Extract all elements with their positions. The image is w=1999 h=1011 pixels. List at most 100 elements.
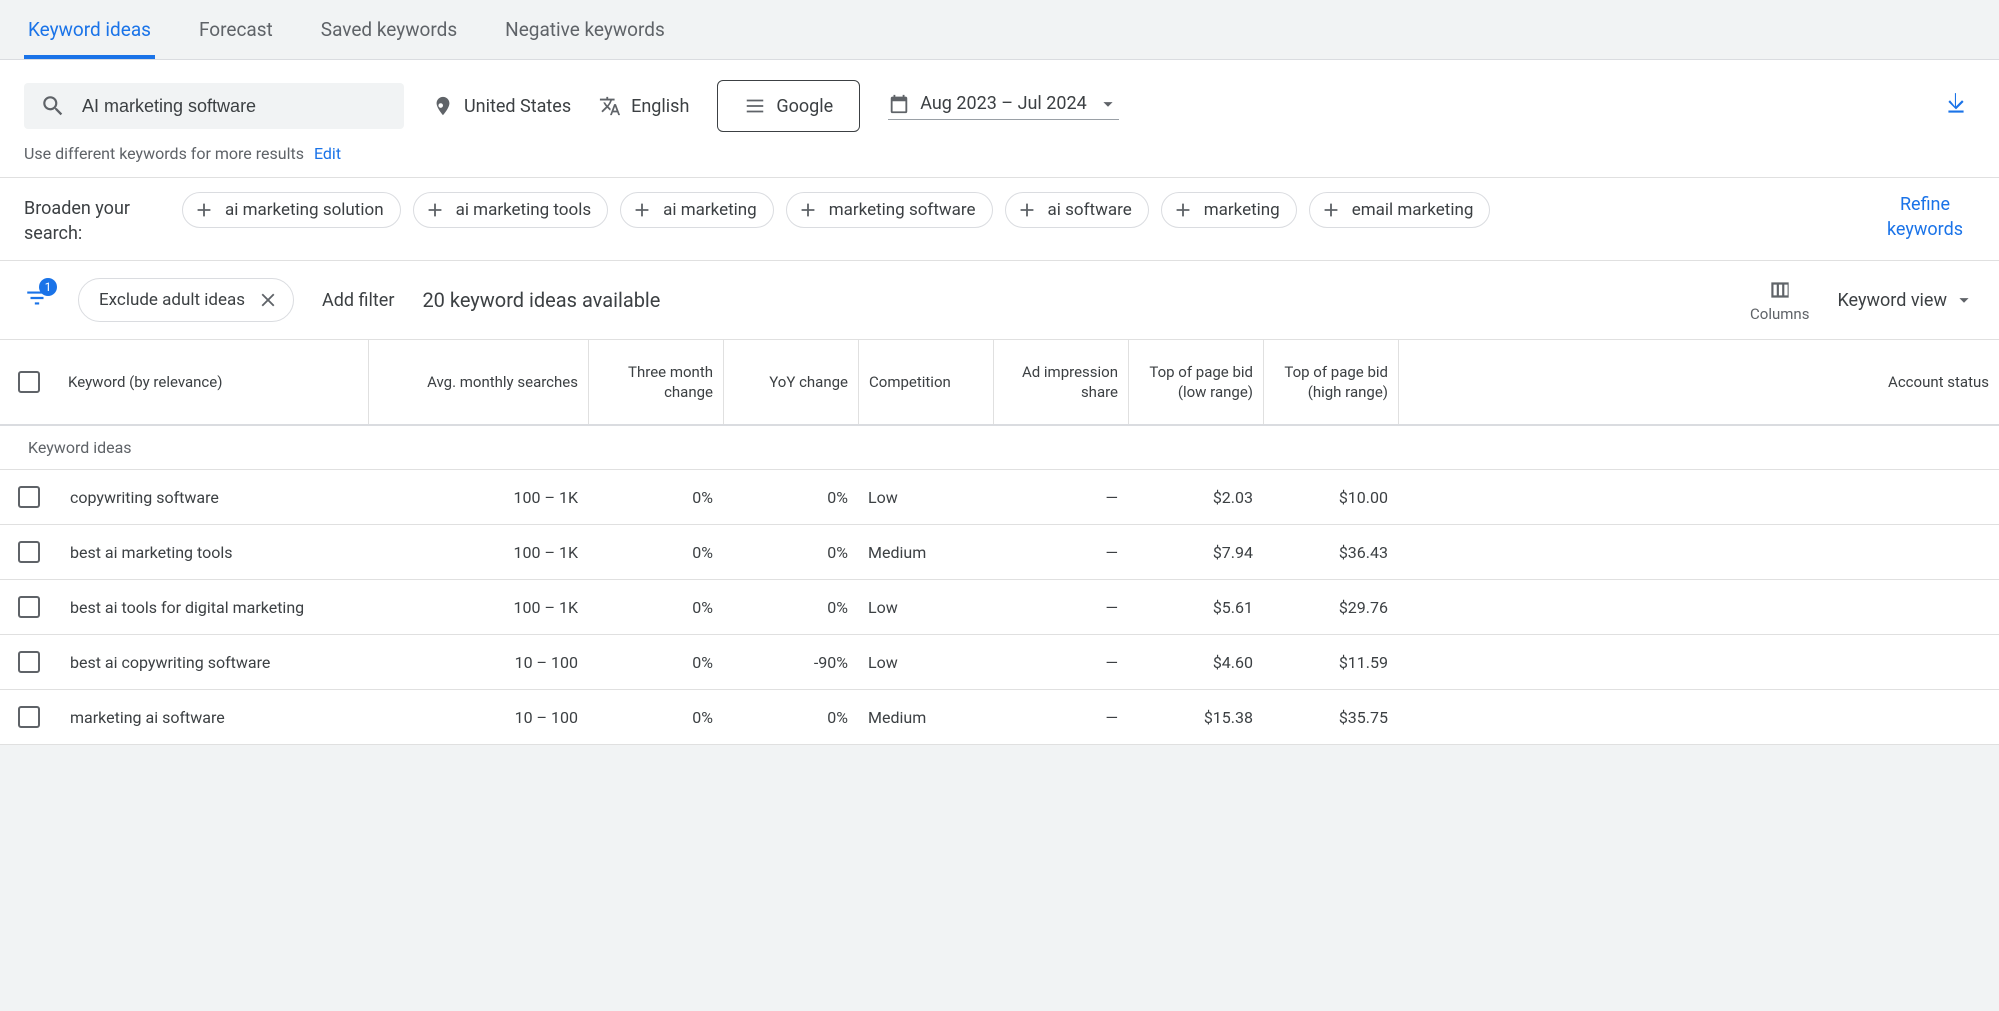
cell-high: $11.59 — [1263, 637, 1398, 688]
filter-chip-label: Exclude adult ideas — [99, 290, 245, 310]
row-checkbox[interactable] — [18, 486, 40, 508]
plus-icon — [631, 199, 653, 221]
refine-keywords-link[interactable]: Refine keywords — [1875, 192, 1975, 242]
chevron-down-icon — [1097, 93, 1119, 115]
cell-adimp: — — [993, 582, 1128, 633]
network-selector[interactable]: Google — [717, 80, 860, 132]
cell-status — [1398, 536, 1999, 568]
cell-status — [1398, 591, 1999, 623]
broaden-chips: ai marketing solution ai marketing tools… — [182, 192, 1847, 228]
columns-label: Columns — [1750, 305, 1809, 323]
cell-yoy: 0% — [723, 692, 858, 743]
chip-label: marketing — [1204, 200, 1280, 220]
col-keyword[interactable]: Keyword (by relevance) — [58, 340, 368, 424]
chip-marketing-software[interactable]: marketing software — [786, 192, 993, 228]
col-low-bid[interactable]: Top of page bid (low range) — [1128, 340, 1263, 424]
chip-email-marketing[interactable]: email marketing — [1309, 192, 1491, 228]
cell-status — [1398, 481, 1999, 513]
col-competition[interactable]: Competition — [858, 340, 993, 424]
filter-chip-remove[interactable] — [257, 289, 279, 311]
download-button[interactable] — [1937, 85, 1975, 127]
chip-ai-marketing-solution[interactable]: ai marketing solution — [182, 192, 401, 228]
ideas-count: 20 keyword ideas available — [422, 288, 660, 312]
columns-icon — [1767, 277, 1793, 303]
tab-bar: Keyword ideas Forecast Saved keywords Ne… — [0, 0, 1999, 60]
view-selector[interactable]: Keyword view — [1837, 289, 1975, 311]
select-all-checkbox[interactable] — [18, 371, 40, 393]
table-row: best ai copywriting software10 – 1000%-9… — [0, 635, 1999, 690]
col-avg-searches[interactable]: Avg. monthly searches — [368, 340, 588, 424]
search-input[interactable] — [82, 96, 388, 117]
cell-low: $15.38 — [1128, 692, 1263, 743]
controls-row: United States English Google Aug 2023 – … — [0, 60, 1999, 144]
col-high-bid[interactable]: Top of page bid (high range) — [1263, 340, 1398, 424]
cell-high: $10.00 — [1263, 472, 1398, 523]
chip-label: ai marketing — [663, 200, 757, 220]
filter-funnel-button[interactable]: 1 — [24, 285, 50, 315]
row-checkbox[interactable] — [18, 596, 40, 618]
row-checkbox-cell — [0, 525, 58, 579]
cell-three: 0% — [588, 527, 723, 578]
location-icon — [432, 95, 454, 117]
filter-row: 1 Exclude adult ideas Add filter 20 keyw… — [0, 261, 1999, 340]
language-selector[interactable]: English — [599, 95, 689, 117]
location-selector[interactable]: United States — [432, 95, 571, 117]
filter-chip-exclude-adult[interactable]: Exclude adult ideas — [78, 278, 294, 322]
row-checkbox[interactable] — [18, 541, 40, 563]
cell-avg: 100 – 1K — [368, 527, 588, 578]
cell-avg: 10 – 100 — [368, 692, 588, 743]
col-ad-impression[interactable]: Ad impression share — [993, 340, 1128, 424]
chip-label: ai software — [1048, 200, 1132, 220]
tab-saved-keywords[interactable]: Saved keywords — [317, 0, 461, 59]
cell-keyword: best ai copywriting software — [58, 637, 368, 688]
cell-yoy: -90% — [723, 637, 858, 688]
cell-adimp: — — [993, 472, 1128, 523]
cell-three: 0% — [588, 637, 723, 688]
cell-adimp: — — [993, 527, 1128, 578]
date-range-selector[interactable]: Aug 2023 – Jul 2024 — [888, 93, 1119, 120]
cell-low: $4.60 — [1128, 637, 1263, 688]
search-icon — [40, 93, 66, 119]
tab-negative-keywords[interactable]: Negative keywords — [501, 0, 669, 59]
chip-ai-software[interactable]: ai software — [1005, 192, 1149, 228]
plus-icon — [1172, 199, 1194, 221]
network-label: Google — [776, 96, 833, 117]
chip-label: ai marketing solution — [225, 200, 384, 220]
cell-high: $29.76 — [1263, 582, 1398, 633]
chip-ai-marketing-tools[interactable]: ai marketing tools — [413, 192, 609, 228]
edit-link[interactable]: Edit — [314, 144, 341, 163]
broaden-row: Broaden your search: ai marketing soluti… — [0, 177, 1999, 261]
select-all-cell — [0, 340, 58, 424]
chip-marketing[interactable]: marketing — [1161, 192, 1297, 228]
cell-avg: 10 – 100 — [368, 637, 588, 688]
section-header: Keyword ideas — [0, 426, 1999, 470]
cell-avg: 100 – 1K — [368, 472, 588, 523]
cell-comp: Low — [858, 637, 993, 688]
search-box[interactable] — [24, 83, 404, 129]
view-label: Keyword view — [1837, 290, 1947, 311]
row-checkbox[interactable] — [18, 706, 40, 728]
table-row: marketing ai software10 – 1000%0%Medium—… — [0, 690, 1999, 745]
chip-ai-marketing[interactable]: ai marketing — [620, 192, 774, 228]
cell-adimp: — — [993, 692, 1128, 743]
cell-low: $5.61 — [1128, 582, 1263, 633]
table-row: copywriting software100 – 1K0%0%Low—$2.0… — [0, 470, 1999, 525]
row-checkbox[interactable] — [18, 651, 40, 673]
cell-low: $7.94 — [1128, 527, 1263, 578]
network-icon — [744, 95, 766, 117]
table-row: best ai marketing tools100 – 1K0%0%Mediu… — [0, 525, 1999, 580]
close-icon — [257, 289, 279, 311]
col-yoy[interactable]: YoY change — [723, 340, 858, 424]
language-label: English — [631, 96, 689, 117]
columns-button[interactable]: Columns — [1750, 277, 1809, 323]
location-label: United States — [464, 96, 571, 117]
cell-adimp: — — [993, 637, 1128, 688]
download-icon — [1943, 91, 1969, 117]
col-account-status[interactable]: Account status — [1398, 340, 1999, 424]
hint-text: Use different keywords for more results — [24, 144, 304, 163]
chip-label: marketing software — [829, 200, 976, 220]
col-three-month[interactable]: Three month change — [588, 340, 723, 424]
tab-forecast[interactable]: Forecast — [195, 0, 277, 59]
tab-keyword-ideas[interactable]: Keyword ideas — [24, 0, 155, 59]
add-filter-button[interactable]: Add filter — [322, 290, 394, 311]
